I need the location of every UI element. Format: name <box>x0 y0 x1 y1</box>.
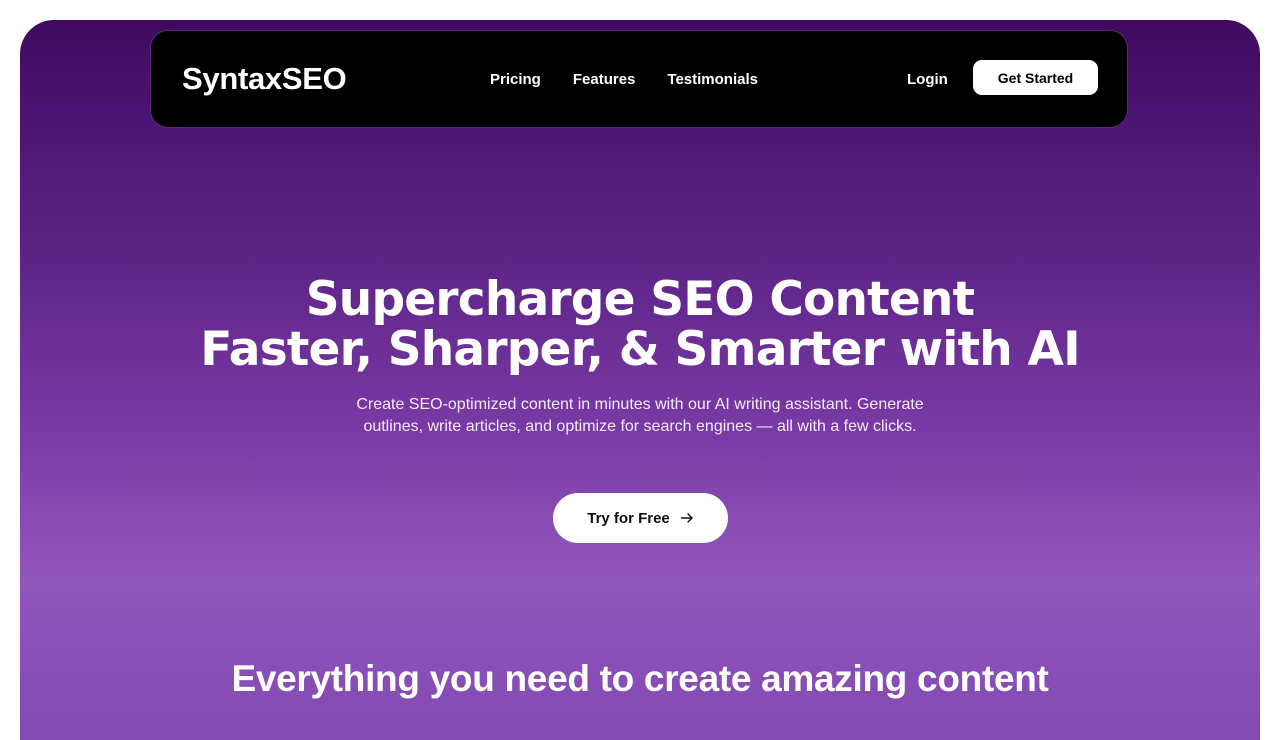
brand-logo[interactable]: SyntaxSEO <box>182 61 347 97</box>
get-started-button[interactable]: Get Started <box>973 60 1098 95</box>
navbar: SyntaxSEO Pricing Features Testimonials … <box>150 30 1128 128</box>
arrow-right-icon <box>680 513 693 523</box>
hero-title-line-2: Faster, Sharper, & Smarter with AI <box>200 322 1080 377</box>
hero-subtitle: Create SEO-optimized content in minutes … <box>356 396 924 435</box>
nav-link-testimonials[interactable]: Testimonials <box>667 71 758 88</box>
login-link[interactable]: Login <box>907 71 948 88</box>
nav-link-pricing[interactable]: Pricing <box>490 71 541 88</box>
hero-title: Supercharge SEO Content Faster, Sharper,… <box>20 275 1260 375</box>
try-for-free-label: Try for Free <box>587 509 670 527</box>
features-title: Everything you need to create amazing co… <box>231 658 1049 699</box>
page-frame: SyntaxSEO Pricing Features Testimonials … <box>20 20 1260 740</box>
try-for-free-button[interactable]: Try for Free <box>553 493 728 543</box>
nav-links: Pricing Features Testimonials <box>490 71 758 88</box>
nav-link-features[interactable]: Features <box>573 71 636 88</box>
hero-title-line-1: Supercharge SEO Content <box>305 272 975 327</box>
